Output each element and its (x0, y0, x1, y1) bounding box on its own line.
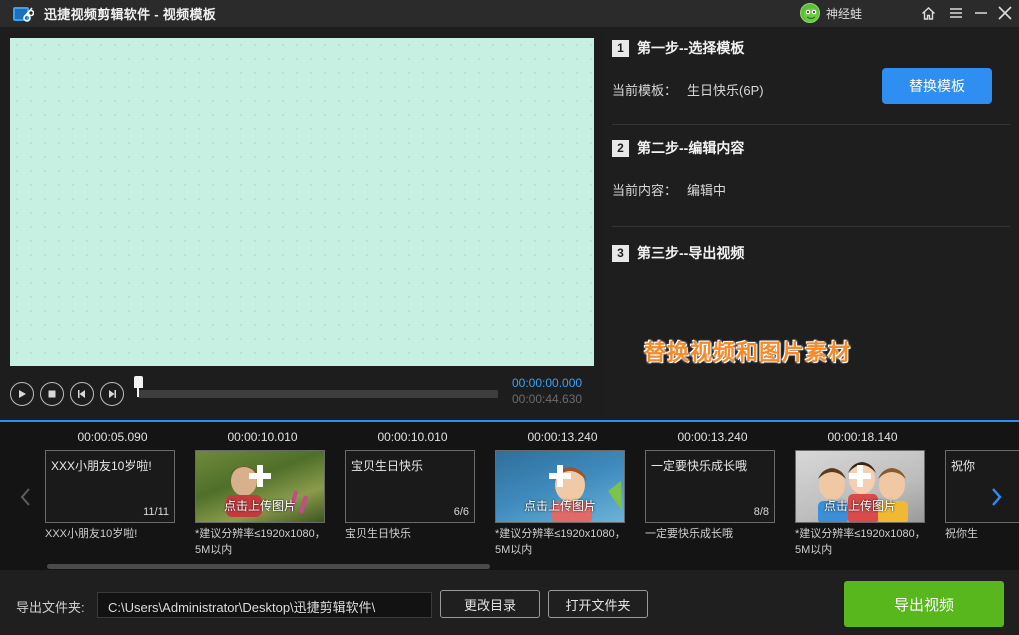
minimize-icon[interactable] (970, 2, 992, 24)
next-frame-button[interactable] (100, 382, 124, 406)
clip-char-count: 11/11 (143, 506, 169, 518)
current-time: 00:00:00.000 (512, 376, 583, 390)
text-clip-box[interactable]: 一定要快乐成长哦 8/8 (645, 450, 775, 523)
clip-char-count: 6/6 (453, 506, 469, 518)
clip-time: 00:00:13.240 (677, 430, 748, 444)
text-clip-box[interactable]: XXX小朋友10岁啦! 11/11 (45, 450, 175, 523)
clip-item[interactable]: 00:00:18.140 点击上传图片 *建议分辨率≤1920x1080，5M以… (795, 428, 930, 558)
chevron-right-icon[interactable] (988, 482, 1006, 512)
image-upload-box[interactable]: 点击上传图片 (795, 450, 925, 523)
chevron-left-icon[interactable] (16, 482, 34, 512)
divider (612, 226, 1010, 227)
clip-text: 祝你 (951, 459, 976, 473)
step1-number: 1 (612, 39, 629, 57)
current-content-value: 编辑中 (687, 183, 727, 198)
clip-note: *建议分辨率≤1920x1080，5M以内 (195, 528, 326, 556)
clip-text: 宝贝生日快乐 (351, 459, 424, 473)
step3-number: 3 (612, 244, 629, 262)
stop-button[interactable] (40, 382, 64, 406)
clip-text: 一定要快乐成长哦 (651, 459, 748, 473)
clip-note: XXX小朋友10岁啦! (45, 528, 138, 540)
image-upload-box[interactable]: 点击上传图片 (195, 450, 325, 523)
current-content-row: 当前内容： 编辑中 (612, 180, 726, 199)
clip-item[interactable]: 00:00:05.090 XXX小朋友10岁啦! 11/11 XXX小朋友10岁… (45, 428, 180, 542)
next-frame-icon (109, 390, 116, 398)
change-directory-button[interactable]: 更改目录 (440, 590, 540, 618)
clip-char-count: 8/8 (753, 506, 769, 518)
instruction-caption: 替换视频和图片素材 (644, 340, 852, 365)
export-bar: 导出文件夹: C:\Users\Administrator\Desktop\迅捷… (0, 570, 1019, 635)
clip-item[interactable]: 00:00:10.010 点击上传图片 *建议分辨率≤1920x1080，5M以… (195, 428, 330, 558)
seek-handle[interactable] (134, 376, 143, 397)
stop-icon (48, 390, 56, 398)
prev-frame-button[interactable] (70, 382, 94, 406)
plus-icon (849, 465, 871, 487)
upload-image-label: 点击上传图片 (823, 499, 896, 513)
user-account[interactable]: 神经蛙 (800, 3, 862, 23)
step2-title: 第二步--编辑内容 (637, 140, 745, 156)
clip-text: XXX小朋友10岁啦! (51, 459, 152, 473)
total-time: 00:00:44.630 (512, 392, 583, 406)
export-folder-label: 导出文件夹: (16, 600, 85, 615)
clip-time: 00:00:13.240 (527, 430, 598, 444)
step3-title: 第三步--导出视频 (637, 245, 745, 261)
clip-note: *建议分辨率≤1920x1080，5M以内 (495, 528, 626, 556)
app-logo-icon (12, 4, 35, 24)
export-video-button[interactable]: 导出视频 (844, 581, 1004, 627)
clip-note: 一定要快乐成长哦 (645, 528, 733, 540)
clip-time: 00:00:10.010 (377, 430, 448, 444)
close-icon[interactable] (994, 2, 1016, 24)
app-window: 迅捷视频剪辑软件 - 视频模板 神经蛙 00:00:00.000 00:00:4… (0, 0, 1019, 635)
open-folder-button[interactable]: 打开文件夹 (548, 590, 648, 618)
title-bar: 迅捷视频剪辑软件 - 视频模板 神经蛙 (0, 0, 1019, 27)
step3-header: 3 第三步--导出视频 (612, 243, 744, 263)
clip-time: 00:00:18.140 (827, 430, 898, 444)
clip-time: 00:00:10.010 (227, 430, 298, 444)
window-title: 迅捷视频剪辑软件 - 视频模板 (44, 7, 217, 22)
current-template-value: 生日快乐(6P) (687, 83, 764, 98)
seek-bar[interactable] (138, 390, 498, 398)
current-template-row: 当前模板： 生日快乐(6P) (612, 80, 764, 99)
avatar (800, 3, 820, 23)
text-clip-box[interactable]: 宝贝生日快乐 6/6 (345, 450, 475, 523)
clip-time (945, 428, 1019, 446)
clip-time: 00:00:05.090 (77, 430, 148, 444)
text-clip-box[interactable]: 祝你 (945, 450, 1019, 523)
current-template-label: 当前模板： (612, 83, 678, 98)
user-name: 神经蛙 (826, 6, 863, 21)
steps-panel: 1 第一步--选择模板 当前模板： 生日快乐(6P) 替换模板 2 第二步--编辑… (604, 27, 1019, 420)
plus-icon (249, 465, 271, 487)
player-controls: 00:00:00.000 00:00:44.630 (10, 376, 594, 412)
step1-header: 1 第一步--选择模板 (612, 38, 744, 58)
step2-number: 2 (612, 139, 629, 157)
clip-item[interactable]: 00:00:13.240 一定要快乐成长哦 8/8 一定要快乐成长哦 (645, 428, 780, 542)
upload-image-label: 点击上传图片 (523, 499, 596, 513)
clip-note: 宝贝生日快乐 (345, 528, 411, 540)
clip-note: *建议分辨率≤1920x1080，5M以内 (795, 528, 926, 556)
clip-item[interactable]: 00:00:13.240 点击上传图片 *建议分辨率≤1920x1080，5M以… (495, 428, 630, 558)
plus-icon (549, 465, 571, 487)
clip-item[interactable]: 祝你 祝你生 (945, 428, 1019, 542)
home-icon[interactable] (917, 2, 939, 24)
video-preview[interactable] (10, 38, 594, 366)
divider (612, 124, 1010, 125)
prev-frame-icon (78, 390, 85, 398)
step1-title: 第一步--选择模板 (637, 40, 745, 56)
play-icon (19, 390, 26, 398)
timeline-scrollbar[interactable] (47, 564, 490, 569)
upload-image-label: 点击上传图片 (223, 499, 296, 513)
export-path-field[interactable]: C:\Users\Administrator\Desktop\迅捷剪辑软件\ (97, 592, 432, 618)
image-upload-box[interactable]: 点击上传图片 (495, 450, 625, 523)
clip-note: 祝你生 (945, 528, 978, 540)
play-button[interactable] (10, 382, 34, 406)
replace-template-button[interactable]: 替换模板 (882, 68, 992, 104)
step2-header: 2 第二步--编辑内容 (612, 138, 744, 158)
clip-item[interactable]: 00:00:10.010 宝贝生日快乐 6/6 宝贝生日快乐 (345, 428, 480, 542)
clip-timeline: 00:00:05.090 XXX小朋友10岁啦! 11/11 XXX小朋友10岁… (0, 420, 1019, 570)
current-content-label: 当前内容： (612, 183, 678, 198)
menu-icon[interactable] (945, 2, 967, 24)
